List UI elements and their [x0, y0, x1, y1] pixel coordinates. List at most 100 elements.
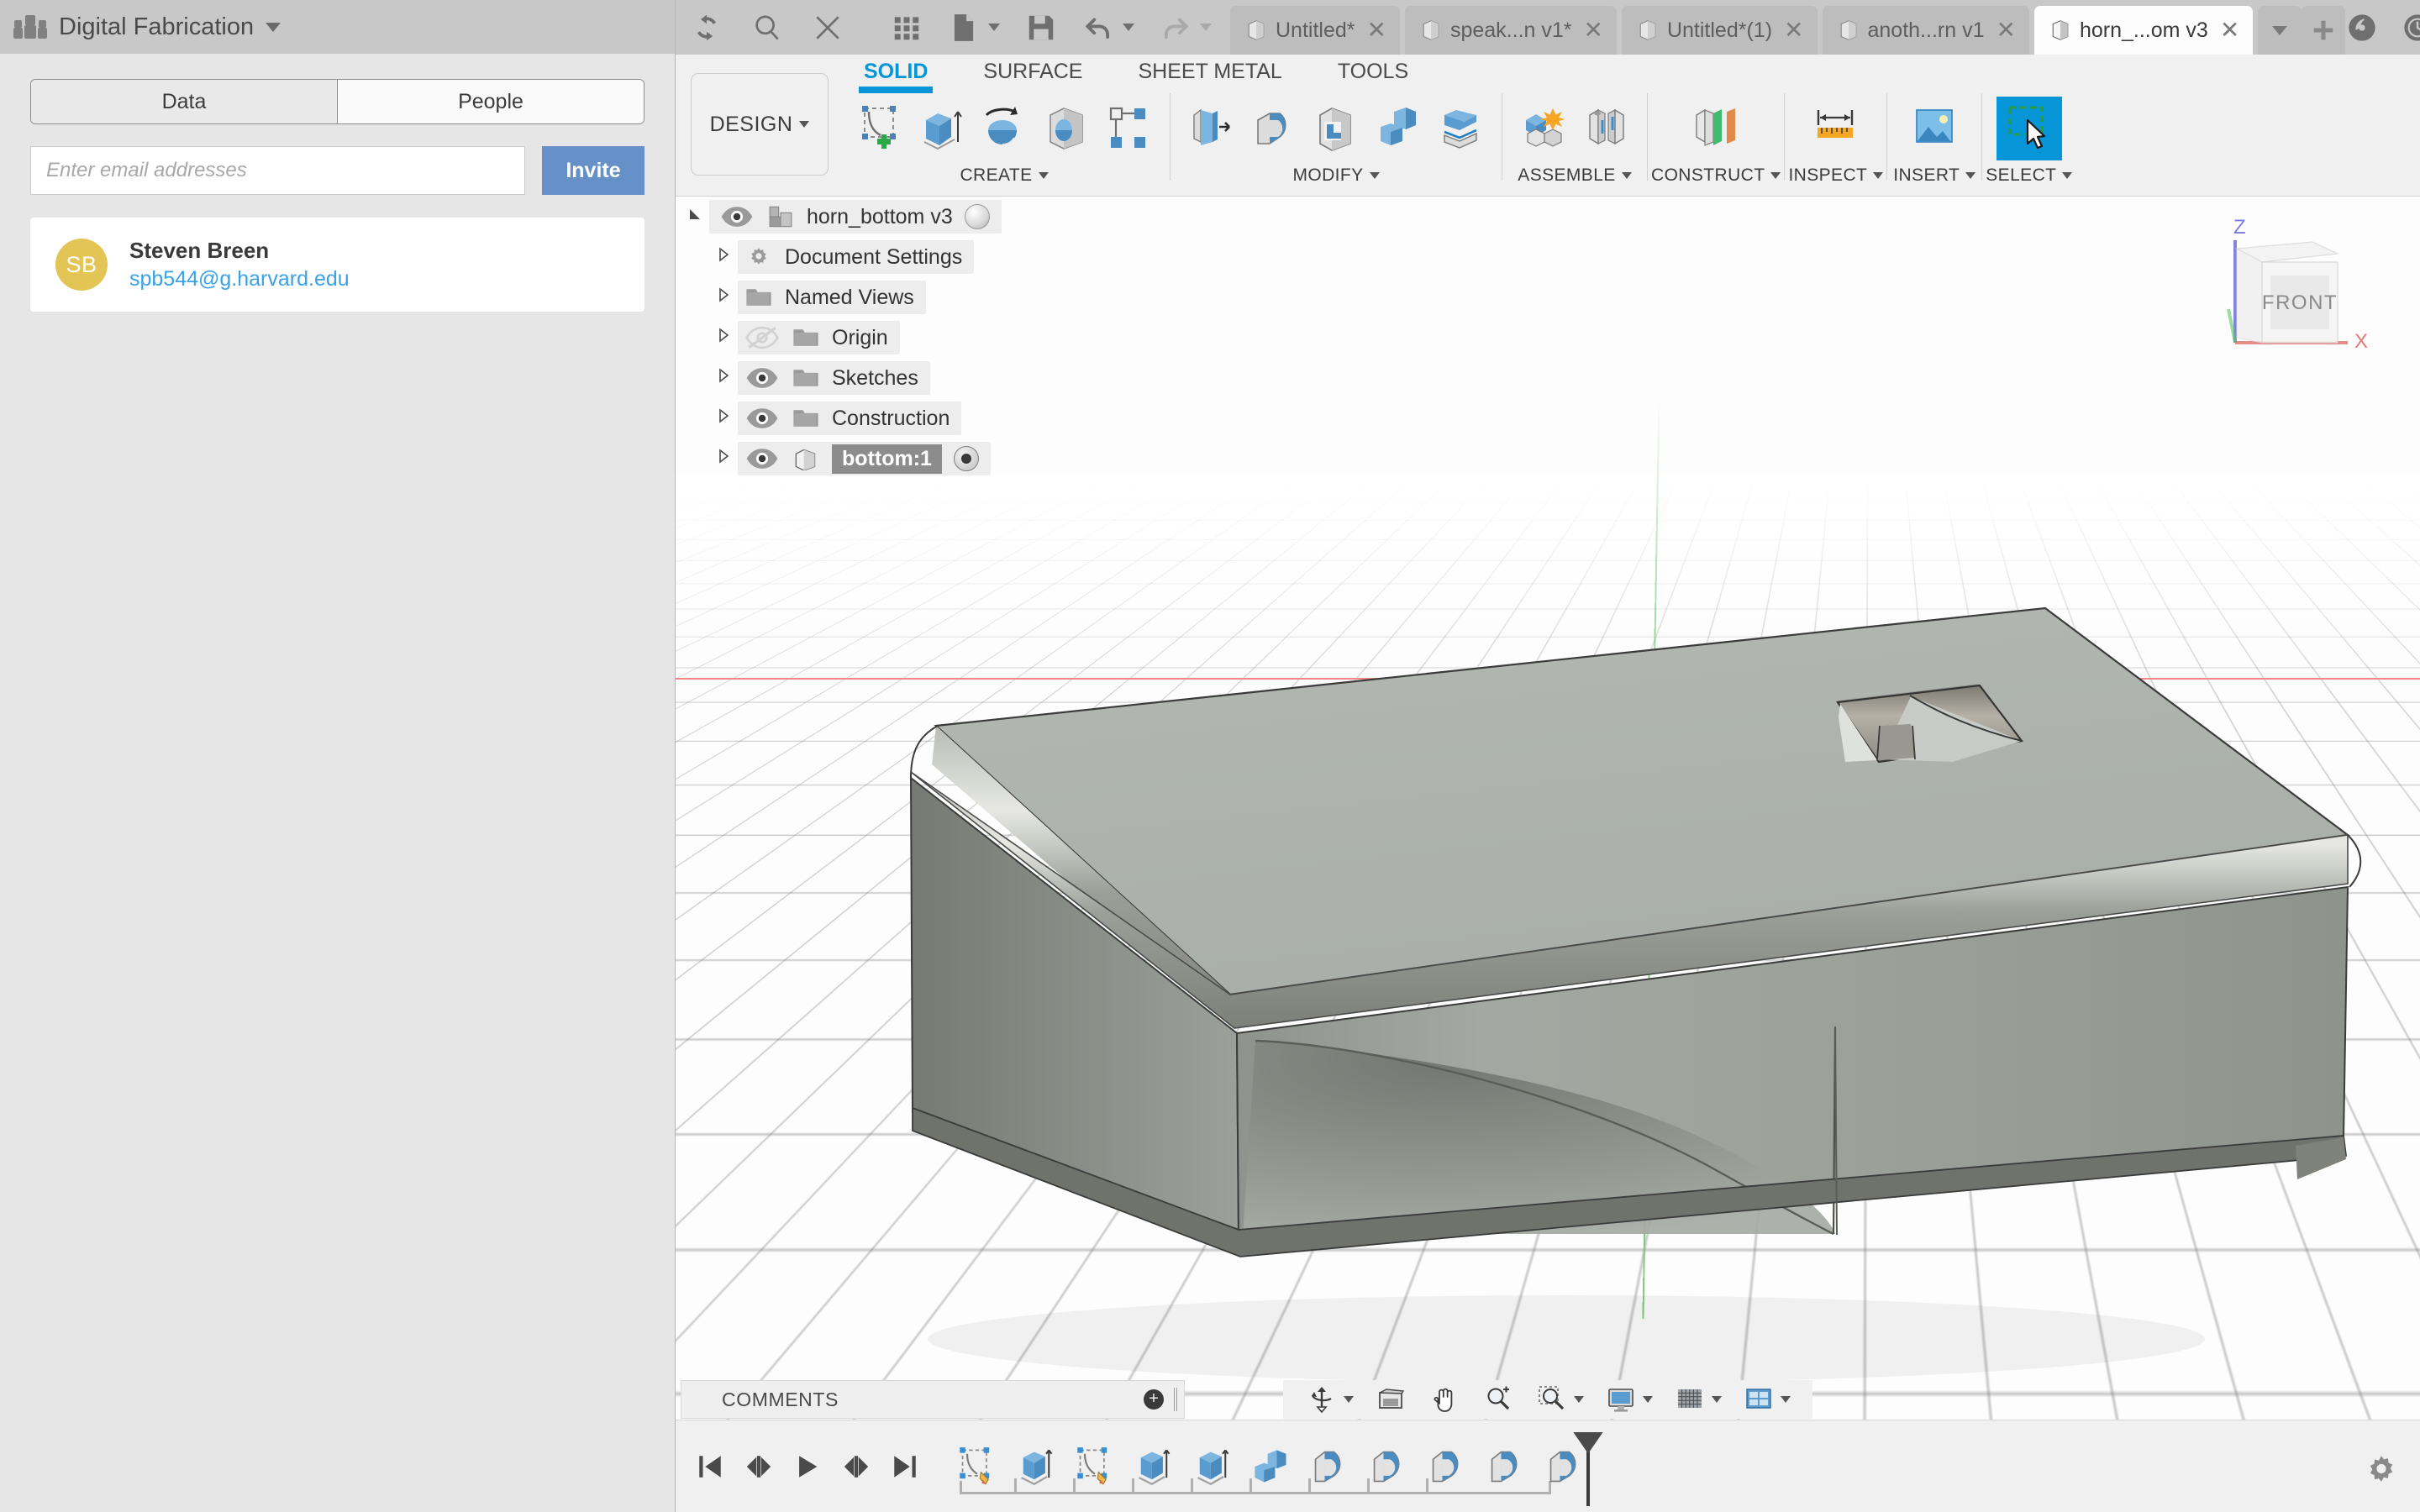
chevron-down-icon[interactable]: [266, 22, 281, 32]
panel-resize-grip[interactable]: [1174, 1388, 1177, 1411]
sketch-feature-icon[interactable]: [1075, 1446, 1115, 1487]
display-settings-icon[interactable]: [1594, 1385, 1663, 1414]
ribbon-tab-surface[interactable]: SURFACE: [983, 55, 1082, 84]
inspect-panel-dropdown[interactable]: INSPECT: [1788, 165, 1884, 186]
jump-to-beginning-icon[interactable]: [696, 1452, 724, 1481]
zoom-icon[interactable]: [1471, 1385, 1525, 1414]
extrude-icon[interactable]: [914, 97, 970, 159]
insert-image-icon[interactable]: [1901, 97, 1968, 159]
tree-node-document-settings[interactable]: Document Settings: [681, 237, 1185, 277]
tree-node-sketches[interactable]: Sketches: [681, 358, 1185, 398]
fillet-feature-icon[interactable]: [1428, 1446, 1468, 1487]
tree-node-named-views[interactable]: Named Views: [681, 277, 1185, 318]
activate-component-radio[interactable]: [953, 446, 979, 471]
step-forward-icon[interactable]: [842, 1452, 871, 1481]
expanded-triangle-icon[interactable]: [681, 206, 709, 228]
tab-people[interactable]: People: [338, 80, 644, 123]
redo-icon[interactable]: [1160, 12, 1192, 44]
extensions-icon[interactable]: [2345, 11, 2379, 45]
tree-node-horn-bottom[interactable]: horn_bottom v3: [681, 197, 1185, 237]
document-tab-close-icon[interactable]: ✕: [1584, 18, 1603, 42]
new-document-tab-button[interactable]: [2302, 6, 2346, 55]
new-file-caret-icon[interactable]: [988, 24, 1000, 31]
collapsed-triangle-icon[interactable]: [709, 246, 738, 268]
fillet-feature-icon[interactable]: [1486, 1446, 1527, 1487]
visibility-eye-icon[interactable]: [744, 406, 780, 431]
document-tab-overflow-button[interactable]: [2258, 6, 2302, 55]
visibility-eye-icon[interactable]: [744, 365, 780, 391]
jump-to-end-icon[interactable]: [891, 1452, 919, 1481]
document-tab-untitled[interactable]: Untitled* ✕: [1230, 6, 1400, 55]
select-panel-dropdown[interactable]: SELECT: [1986, 165, 2073, 186]
measure-icon[interactable]: [1802, 97, 1870, 159]
appearance-sphere-icon[interactable]: [964, 204, 990, 229]
document-tab-close-icon[interactable]: ✕: [2220, 18, 2239, 42]
member-email[interactable]: spb544@g.harvard.edu: [129, 265, 350, 294]
sketch-feature-icon[interactable]: [957, 1446, 997, 1487]
job-status-icon[interactable]: [2401, 11, 2420, 45]
modify-panel-dropdown[interactable]: MODIFY: [1292, 165, 1380, 186]
assemble-panel-dropdown[interactable]: ASSEMBLE: [1518, 165, 1632, 186]
document-tab-close-icon[interactable]: ✕: [1784, 18, 1803, 42]
new-component-icon[interactable]: [1516, 97, 1571, 159]
workspace-switcher[interactable]: DESIGN: [691, 73, 829, 176]
document-tab-horn-bottom[interactable]: horn_...om v3 ✕: [2033, 6, 2254, 55]
member-list-item[interactable]: SB Steven Breen spb544@g.harvard.edu: [30, 218, 644, 312]
document-tab-another-horn[interactable]: anoth...rn v1 ✕: [1822, 6, 2029, 55]
combine-feature-icon[interactable]: [1251, 1446, 1292, 1487]
viewports-icon[interactable]: [1732, 1385, 1801, 1414]
gear-icon[interactable]: [2365, 1453, 2398, 1487]
look-at-icon[interactable]: [1364, 1385, 1418, 1414]
play-icon[interactable]: [793, 1452, 822, 1481]
construct-panel-dropdown[interactable]: CONSTRUCT: [1651, 165, 1781, 186]
visibility-eye-icon[interactable]: [719, 204, 755, 229]
visibility-eye-hidden-icon[interactable]: [744, 325, 780, 350]
pan-icon[interactable]: [1418, 1385, 1471, 1414]
search-icon[interactable]: [751, 12, 783, 44]
model-body-bottom[interactable]: [785, 558, 2381, 1398]
invite-button[interactable]: Invite: [542, 146, 644, 195]
tab-data[interactable]: Data: [31, 80, 338, 123]
document-tab-close-icon[interactable]: ✕: [1367, 18, 1386, 42]
undo-icon[interactable]: [1082, 12, 1114, 44]
fillet-feature-icon[interactable]: [1369, 1446, 1409, 1487]
shell-icon[interactable]: [1308, 97, 1364, 159]
extrude-feature-icon[interactable]: [1192, 1446, 1233, 1487]
hole-icon[interactable]: [1039, 97, 1094, 159]
refresh-icon[interactable]: [691, 12, 723, 44]
ribbon-tab-tools[interactable]: TOOLS: [1338, 55, 1408, 84]
step-back-icon[interactable]: [744, 1452, 773, 1481]
redo-caret-icon[interactable]: [1200, 24, 1212, 31]
collapsed-triangle-icon[interactable]: [709, 286, 738, 308]
email-input[interactable]: [30, 146, 525, 195]
collapsed-triangle-icon[interactable]: [709, 448, 738, 470]
pattern-icon[interactable]: [1101, 97, 1156, 159]
grid-apps-icon[interactable]: [891, 12, 923, 44]
tree-node-construction[interactable]: Construction: [681, 398, 1185, 438]
fillet-feature-icon[interactable]: [1545, 1446, 1586, 1487]
document-tab-close-icon[interactable]: ✕: [1996, 18, 2015, 42]
tree-node-bottom-1[interactable]: bottom:1: [681, 438, 1185, 479]
undo-caret-icon[interactable]: [1123, 24, 1134, 31]
fillet-icon[interactable]: [1246, 97, 1302, 159]
collapsed-triangle-icon[interactable]: [709, 407, 738, 429]
ribbon-tab-solid[interactable]: SOLID: [859, 55, 934, 93]
document-tab-untitled-1[interactable]: Untitled*(1) ✕: [1621, 6, 1818, 55]
joint-icon[interactable]: [1578, 97, 1634, 159]
timeline-playhead[interactable]: [1586, 1435, 1590, 1506]
extrude-feature-icon[interactable]: [1134, 1446, 1174, 1487]
save-icon[interactable]: [1025, 12, 1057, 44]
view-cube[interactable]: Z X FRONT: [2213, 210, 2381, 361]
visibility-eye-icon[interactable]: [744, 446, 780, 471]
zoom-window-icon[interactable]: [1525, 1385, 1594, 1414]
ribbon-tab-sheet-metal[interactable]: SHEET METAL: [1139, 55, 1282, 84]
add-comment-icon[interactable]: +: [1144, 1389, 1164, 1410]
offset-plane-icon[interactable]: [1679, 97, 1753, 159]
grid-snaps-icon[interactable]: [1663, 1385, 1732, 1414]
document-tab-speaker[interactable]: speak...n v1* ✕: [1404, 6, 1617, 55]
tree-node-origin[interactable]: Origin: [681, 318, 1185, 358]
create-sketch-icon[interactable]: [852, 97, 908, 159]
combine-icon[interactable]: [1370, 97, 1426, 159]
3d-viewport[interactable]: ◀◀ BROWSER: [676, 197, 2420, 1512]
press-pull-icon[interactable]: [1184, 97, 1239, 159]
